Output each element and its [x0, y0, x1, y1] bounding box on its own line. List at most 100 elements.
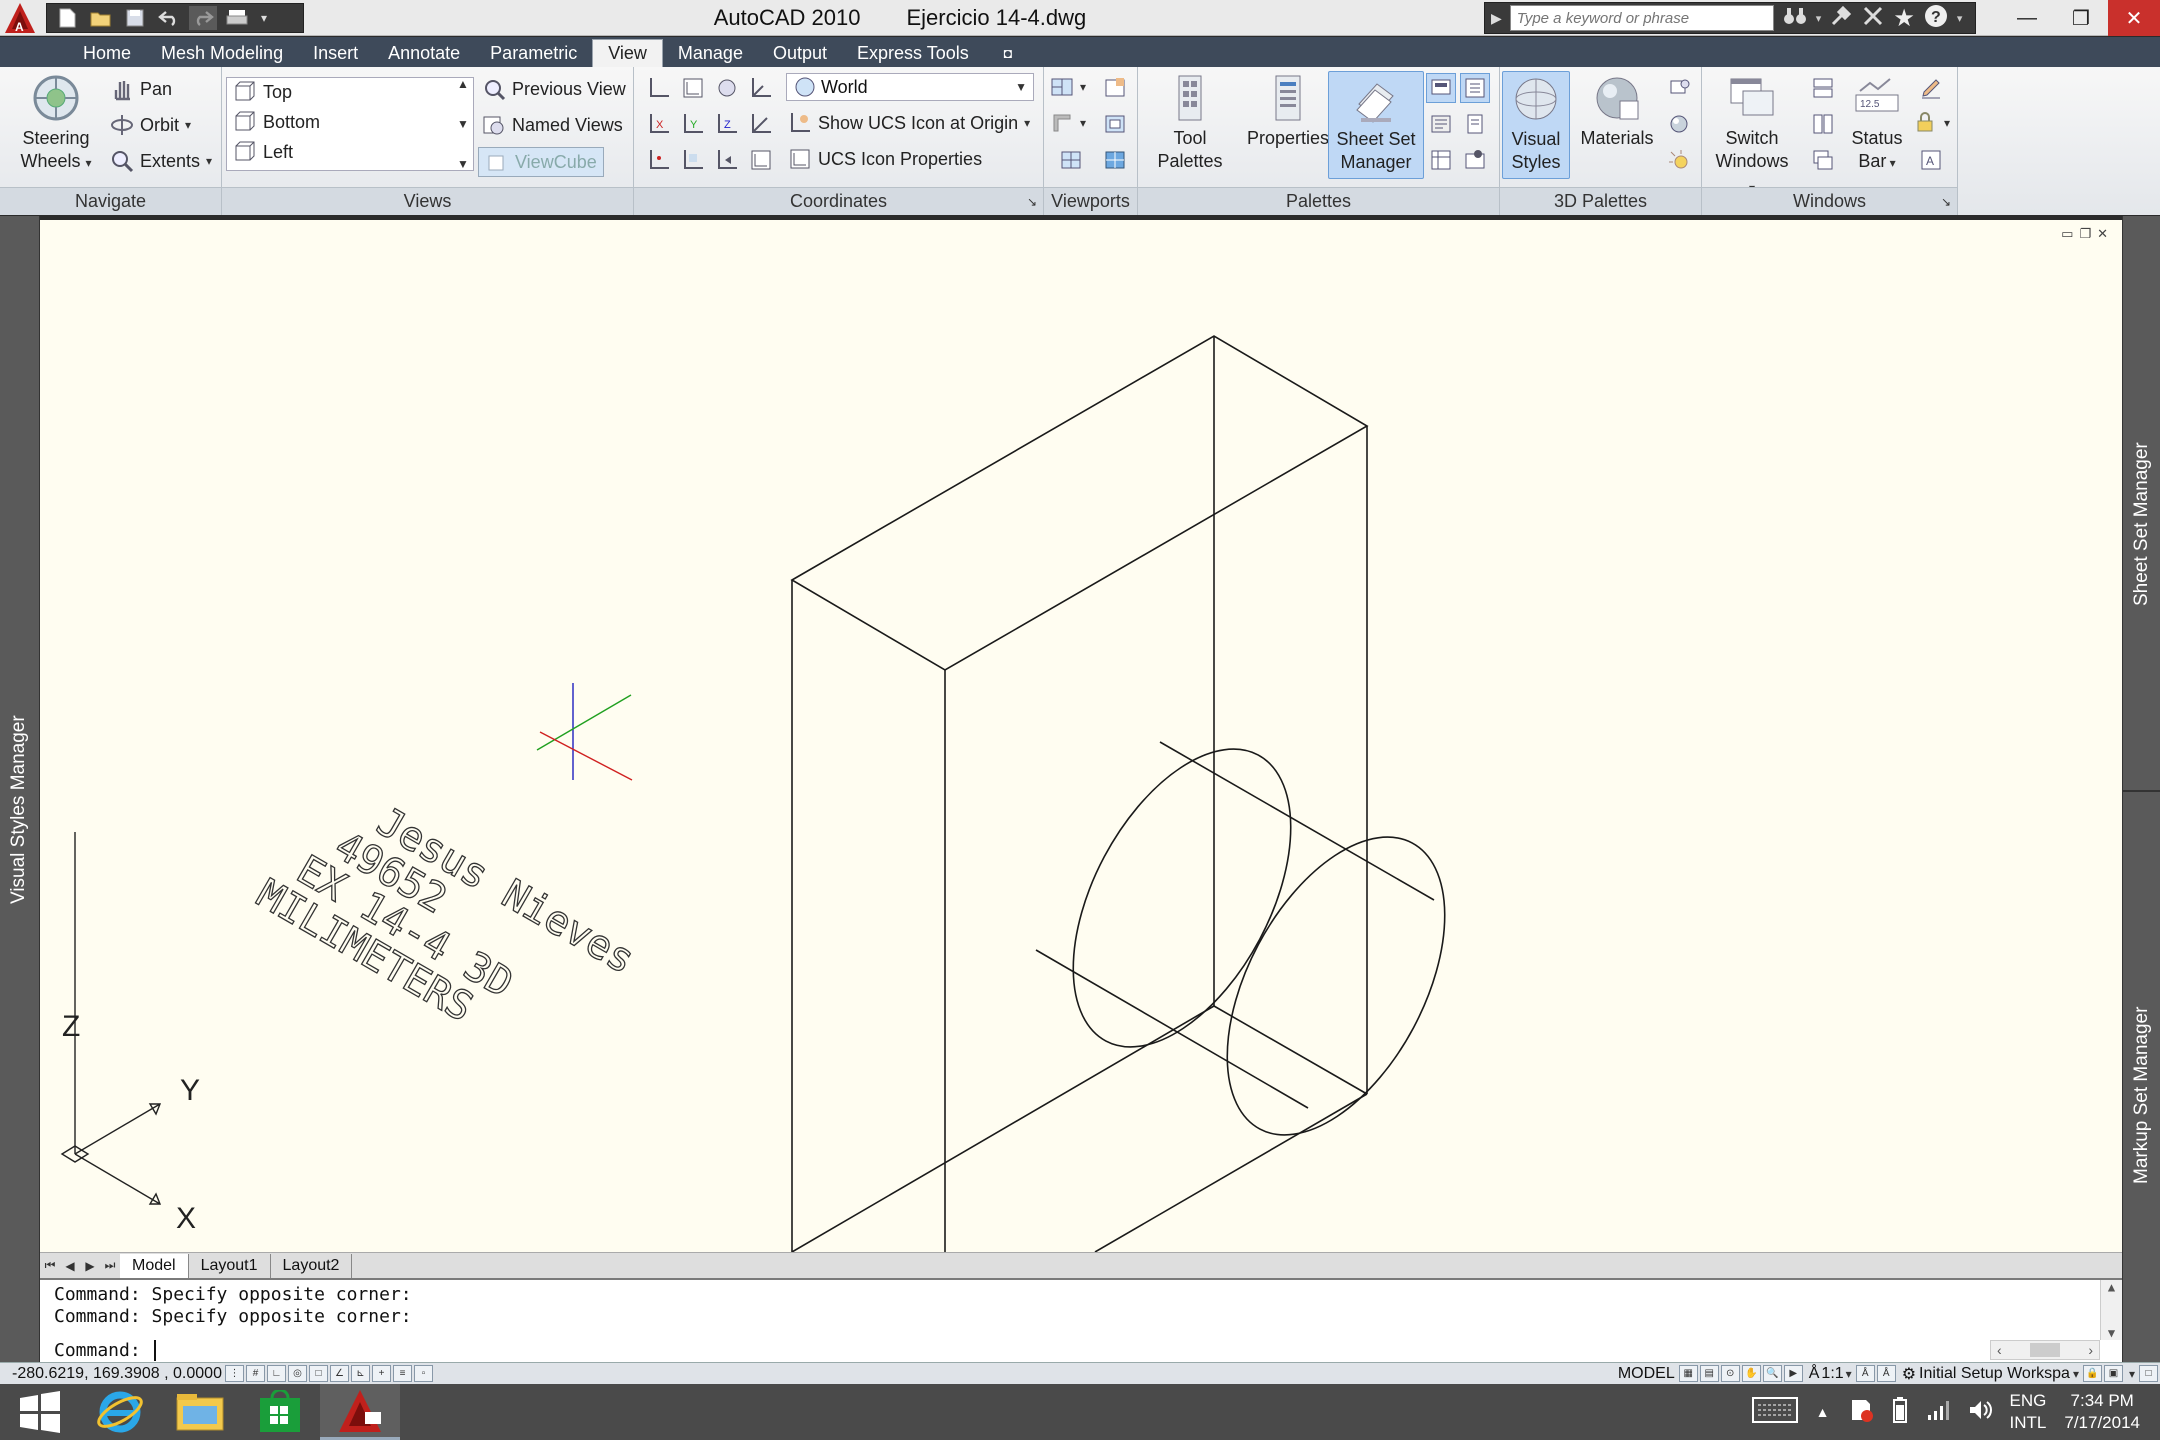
show-hidden-icons[interactable]: ▲ [1816, 1404, 1830, 1420]
text-window-icon[interactable]: A [1916, 145, 1946, 175]
command-prompt[interactable]: Command: [54, 1340, 156, 1361]
annotation-scale[interactable]: Å 1:1 ▾ [1809, 1365, 1852, 1383]
new-viewport-icon[interactable] [1100, 73, 1130, 103]
polar-tracking-icon[interactable]: ◎ [288, 1365, 307, 1382]
views-list-scroll[interactable]: ▲ ▼ ▼ [452, 77, 474, 171]
tile-horizontal-icon[interactable] [1808, 73, 1838, 103]
ucs-zaxis-icon[interactable] [746, 109, 776, 139]
scroll-right-icon[interactable]: › [2088, 1342, 2093, 1358]
show-ucs-dropdown-icon[interactable]: ▾ [1024, 116, 1030, 130]
properties-button[interactable]: Properties [1238, 73, 1338, 150]
save-icon[interactable] [121, 6, 149, 30]
extents-button[interactable]: Extents ▾ [110, 149, 212, 173]
visual-styles-manager-palette[interactable]: Visual Styles Manager [0, 216, 40, 1362]
coordinates-readout[interactable]: -280.6219, 169.3908 , 0.0000 [0, 1365, 225, 1383]
windows-launcher-icon[interactable]: ↘ [1941, 195, 1951, 209]
orbit-button[interactable]: Orbit ▾ [110, 113, 191, 137]
visual-styles-button[interactable]: Visual Styles [1502, 71, 1570, 179]
command-hscrollbar[interactable]: ‹ › [1990, 1340, 2100, 1360]
tab-output[interactable]: Output [758, 39, 842, 67]
scroll-more-icon[interactable]: ▼ [457, 157, 469, 171]
subscription-center-icon[interactable] [1861, 4, 1885, 33]
close-icon[interactable]: ✕ [2108, 0, 2160, 36]
tab-insert[interactable]: Insert [298, 39, 373, 67]
cascade-icon[interactable] [1808, 145, 1838, 175]
help-dropdown-icon[interactable]: ▾ [1957, 12, 1963, 25]
steering-wheel-status-icon[interactable]: ⊙ [1720, 1365, 1740, 1382]
keyboard-icon[interactable] [1751, 1396, 1798, 1428]
tab-mesh-modeling[interactable]: Mesh Modeling [146, 39, 298, 67]
showmotion-icon[interactable]: ▶ [1783, 1365, 1803, 1382]
viewport-clip-dropdown-icon[interactable]: ▾ [1080, 116, 1086, 130]
ortho-mode-icon[interactable]: ∟ [267, 1365, 286, 1382]
workspace-switch[interactable]: ⚙ Initial Setup Workspa ▾ [1902, 1364, 2079, 1384]
layout-tab-layout2[interactable]: Layout2 [271, 1253, 353, 1278]
show-ucs-icon-button[interactable]: Show UCS Icon at Origin ▾ [788, 111, 1030, 135]
viewport-clip-button[interactable]: ▾ [1050, 111, 1086, 135]
scroll-up-icon[interactable]: ▲ [457, 77, 469, 91]
viewport-named-icon[interactable] [1056, 145, 1086, 175]
viewport-config-button[interactable]: ▾ [1050, 75, 1086, 99]
tool-palettes-button[interactable]: Tool Palettes [1144, 73, 1236, 173]
pan-status-icon[interactable]: ✋ [1741, 1365, 1761, 1382]
volume-icon[interactable] [1968, 1399, 1992, 1426]
external-references-icon[interactable] [1426, 145, 1456, 175]
autocad-taskbar-button[interactable] [320, 1384, 400, 1440]
open-folder-icon[interactable] [87, 6, 115, 30]
annotation-visibility-icon[interactable]: Å [1855, 1365, 1875, 1382]
new-icon[interactable] [53, 6, 81, 30]
last-layout-icon[interactable]: ⏭ [100, 1256, 120, 1276]
ucs-3point-icon[interactable] [644, 145, 674, 175]
scroll-thumb[interactable] [2030, 1343, 2060, 1357]
hardware-accel-icon[interactable]: ▣ [2103, 1365, 2123, 1382]
next-layout-icon[interactable]: ▶ [80, 1256, 100, 1276]
ucs-previous-icon[interactable] [712, 145, 742, 175]
markup-set-manager-palette[interactable]: Markup Set Manager [2123, 794, 2160, 1362]
application-menu-button[interactable]: A [0, 0, 40, 36]
grid-display-icon[interactable]: # [246, 1365, 265, 1382]
ribbon-minimize-icon[interactable]: ◘ [984, 39, 1032, 67]
snap-mode-icon[interactable]: ⋮ [225, 1365, 244, 1382]
layout-view-icon[interactable]: ▦ [1678, 1365, 1698, 1382]
advanced-render-icon[interactable] [1664, 109, 1694, 139]
tab-home[interactable]: Home [68, 39, 146, 67]
dbconnect-icon[interactable] [1460, 109, 1490, 139]
binoculars-icon[interactable] [1782, 5, 1808, 32]
previous-layout-icon[interactable]: ◀ [60, 1256, 80, 1276]
layout-tab-layout1[interactable]: Layout1 [189, 1253, 271, 1278]
scroll-down-icon[interactable]: ▼ [457, 117, 469, 131]
start-button[interactable] [0, 1384, 80, 1440]
language-indicator[interactable]: ENG INTL [2010, 1390, 2047, 1434]
switch-windows-button[interactable]: Switch Windows ▾ [1712, 73, 1792, 200]
quick-properties-icon[interactable]: ▫ [414, 1365, 433, 1382]
materials-button[interactable]: Materials [1576, 73, 1658, 150]
tab-parametric[interactable]: Parametric [475, 39, 592, 67]
expand-search-icon[interactable]: ▶ [1491, 10, 1502, 27]
ucs-face-icon[interactable] [678, 145, 708, 175]
undo-icon[interactable] [155, 6, 183, 30]
ucs-origin-icon[interactable] [746, 73, 776, 103]
ucs-select-dropdown-icon[interactable]: ▼ [1015, 80, 1027, 94]
pan-button[interactable]: Pan [110, 77, 172, 101]
ucs-icon-properties-button[interactable]: UCS Icon Properties [788, 147, 982, 171]
tab-express-tools[interactable]: Express Tools [842, 39, 984, 67]
viewport-join-icon[interactable] [1100, 109, 1130, 139]
viewport-config-dropdown-icon[interactable]: ▾ [1080, 80, 1086, 94]
viewcube-toggle[interactable]: ViewCube [478, 147, 604, 177]
lock-dropdown-icon[interactable]: ▾ [1944, 116, 1950, 130]
windows-store-button[interactable] [240, 1384, 320, 1440]
object-snap-tracking-icon[interactable]: ∠ [330, 1365, 349, 1382]
command-scrollbar[interactable]: ▲ ▼ [2100, 1280, 2122, 1340]
markup-set-icon[interactable] [1426, 73, 1456, 103]
network-signal-icon[interactable] [1926, 1399, 1950, 1426]
clock[interactable]: 7:34 PM 7/17/2014 [2064, 1390, 2140, 1434]
lights-icon[interactable] [1664, 73, 1694, 103]
plot-icon[interactable] [223, 6, 251, 30]
view-item-bottom[interactable]: Bottom [233, 110, 320, 134]
sun-properties-icon[interactable] [1664, 145, 1694, 175]
zoom-status-icon[interactable]: 🔍 [1762, 1365, 1782, 1382]
ucs-select[interactable]: World ▼ [786, 73, 1034, 101]
clean-screen-icon[interactable]: □ [2139, 1365, 2158, 1382]
model-space-label[interactable]: MODEL [1618, 1365, 1675, 1383]
lineweight-icon[interactable]: ≡ [393, 1365, 412, 1382]
